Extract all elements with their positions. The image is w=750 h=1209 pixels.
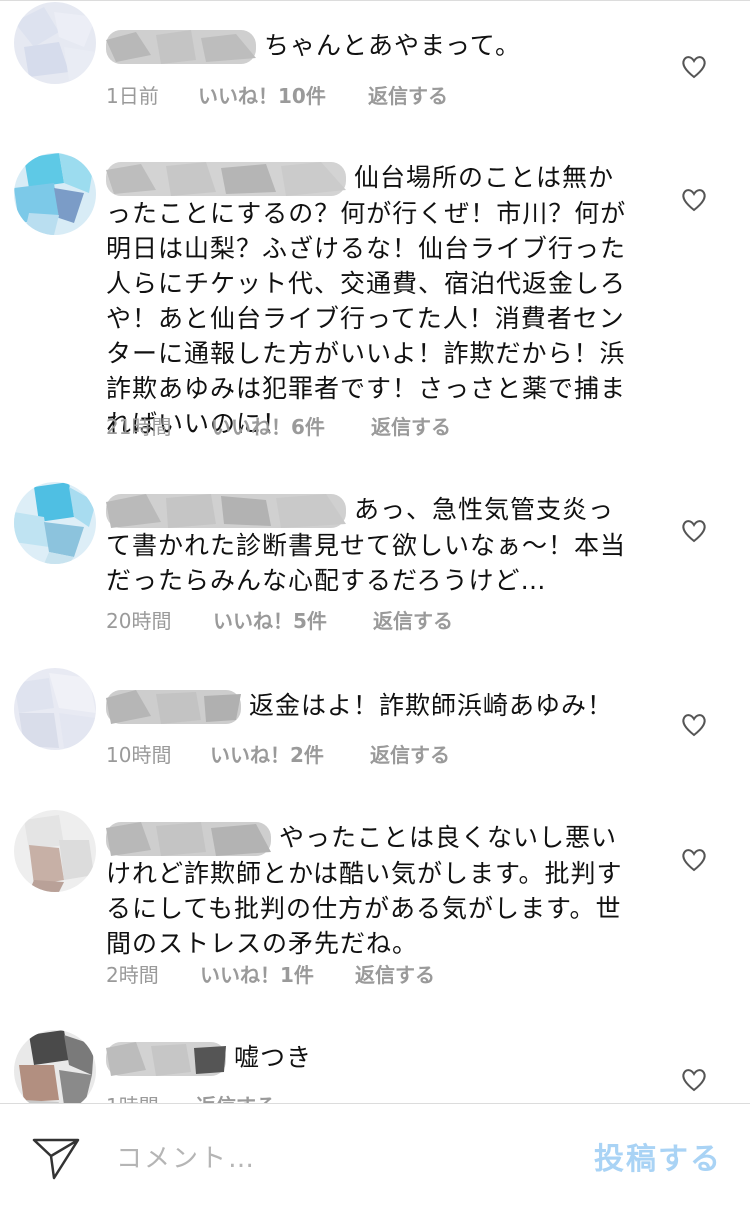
- heart-outline-icon[interactable]: [680, 517, 708, 545]
- username-blurred[interactable]: [106, 690, 241, 724]
- avatar[interactable]: [14, 153, 96, 235]
- comment-input[interactable]: [114, 1138, 558, 1180]
- comment-meta: 2時間 いいね！1件 返信する: [106, 959, 435, 988]
- reply-button[interactable]: 返信する: [373, 605, 453, 634]
- heart-outline-icon[interactable]: [680, 53, 708, 81]
- comment-time: 20時間: [106, 609, 172, 633]
- comment-body: 嘘つき: [106, 1040, 636, 1076]
- comment-text: 返金はよ！詐欺師浜崎あゆみ！: [249, 691, 614, 720]
- reply-button[interactable]: 返信する: [368, 80, 448, 109]
- comment-bar: 投稿する: [0, 1103, 750, 1209]
- comment-time: 1日前: [106, 84, 159, 108]
- post-button[interactable]: 投稿する: [594, 1134, 722, 1178]
- comment-body: あっ、急性気管支炎って書かれた診断書見せて欲しいなぁ〜！本当だったらみんな心配す…: [106, 492, 636, 598]
- likes-count[interactable]: いいね！1件: [200, 959, 355, 988]
- username-blurred[interactable]: [106, 822, 271, 856]
- comment-time: 21時間: [106, 415, 172, 439]
- avatar[interactable]: [14, 810, 96, 892]
- avatar[interactable]: [14, 2, 96, 84]
- comment-time: 2時間: [106, 963, 159, 987]
- comment-body: 仙台場所のことは無かったことにするの？何が行くぜ！市川？何が明日は山梨？ふざける…: [106, 160, 636, 441]
- comment-body: やったことは良くないし悪いけれど詐欺師とかは酷い気がします。批判するにしても批判…: [106, 820, 636, 961]
- username-blurred[interactable]: [106, 30, 256, 64]
- heart-outline-icon[interactable]: [680, 1066, 708, 1094]
- paper-plane-icon[interactable]: [32, 1136, 80, 1180]
- reply-button[interactable]: 返信する: [371, 411, 451, 440]
- comment-meta: 1日前 いいね！10件 返信する: [106, 80, 448, 109]
- likes-count[interactable]: いいね！6件: [211, 411, 371, 440]
- heart-outline-icon[interactable]: [680, 186, 708, 214]
- avatar[interactable]: [14, 482, 96, 564]
- top-divider: [0, 0, 750, 1]
- heart-outline-icon[interactable]: [680, 711, 708, 739]
- avatar[interactable]: [14, 668, 96, 750]
- reply-button[interactable]: 返信する: [355, 959, 435, 988]
- comment-body: 返金はよ！詐欺師浜崎あゆみ！: [106, 688, 636, 724]
- comment-time: 10時間: [106, 743, 172, 767]
- comment-meta: 10時間 いいね！2件 返信する: [106, 739, 450, 768]
- comment-text: 仙台場所のことは無かったことにするの？何が行くぜ！市川？何が明日は山梨？ふざける…: [106, 163, 627, 438]
- comment-body: ちゃんとあやまって。: [106, 28, 636, 64]
- username-blurred[interactable]: [106, 494, 346, 528]
- username-blurred[interactable]: [106, 162, 346, 196]
- username-blurred[interactable]: [106, 1042, 226, 1076]
- likes-count[interactable]: いいね！5件: [213, 605, 373, 634]
- comment-meta: 21時間 いいね！6件 返信する: [106, 411, 451, 440]
- likes-count[interactable]: いいね！2件: [210, 739, 370, 768]
- comment-text: 嘘つき: [234, 1043, 313, 1072]
- reply-button[interactable]: 返信する: [370, 739, 450, 768]
- comment-text: ちゃんとあやまって。: [264, 31, 522, 60]
- avatar[interactable]: [14, 1030, 96, 1112]
- likes-count[interactable]: いいね！10件: [198, 80, 368, 109]
- comment-meta: 20時間 いいね！5件 返信する: [106, 605, 453, 634]
- heart-outline-icon[interactable]: [680, 846, 708, 874]
